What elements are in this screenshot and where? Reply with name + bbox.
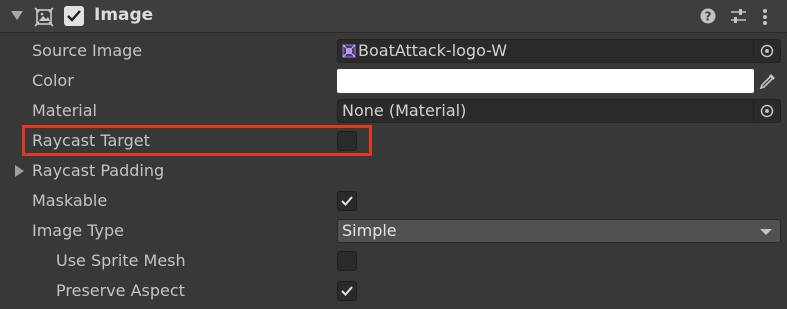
color-label: Color: [32, 71, 74, 90]
image-type-value: Simple: [342, 221, 397, 240]
image-type-dropdown[interactable]: Simple: [337, 219, 781, 243]
preserve-aspect-checkbox[interactable]: [337, 281, 357, 301]
material-row: Material None (Material): [0, 96, 787, 126]
raycast-target-label: Raycast Target: [32, 131, 150, 150]
component-enabled-checkbox[interactable]: [64, 6, 84, 26]
material-label: Material: [32, 101, 97, 120]
material-value: None (Material): [342, 101, 467, 120]
svg-text:?: ?: [705, 10, 712, 24]
more-options-icon[interactable]: [762, 8, 768, 26]
component-title: Image: [94, 5, 154, 25]
chevron-right-icon[interactable]: [15, 165, 24, 177]
image-type-row: Image Type Simple: [0, 216, 787, 246]
chevron-down-icon[interactable]: [11, 11, 23, 20]
object-picker-button[interactable]: [753, 40, 780, 62]
raycast-padding-row[interactable]: Raycast Padding: [0, 156, 787, 186]
use-sprite-mesh-checkbox[interactable]: [337, 251, 357, 271]
color-row: Color: [0, 66, 787, 96]
raycast-target-checkbox[interactable]: [337, 131, 357, 151]
source-image-row: Source Image BoatAttack-logo-W: [0, 36, 787, 66]
material-field[interactable]: None (Material): [337, 99, 781, 123]
chevron-down-icon: [760, 229, 772, 235]
maskable-checkbox[interactable]: [337, 191, 357, 211]
image-component-icon: [34, 7, 54, 27]
source-image-field[interactable]: BoatAttack-logo-W: [337, 39, 781, 63]
use-sprite-mesh-label: Use Sprite Mesh: [56, 251, 186, 270]
source-image-label: Source Image: [32, 41, 143, 60]
raycast-padding-label: Raycast Padding: [32, 161, 165, 180]
eyedropper-icon[interactable]: [758, 71, 778, 91]
component-header: Image ?: [0, 0, 787, 33]
sprite-icon: [342, 44, 356, 58]
maskable-row: Maskable: [0, 186, 787, 216]
check-icon: [67, 10, 81, 22]
source-image-value: BoatAttack-logo-W: [358, 41, 508, 60]
check-icon: [341, 196, 353, 206]
raycast-target-row: Raycast Target: [0, 126, 787, 156]
object-picker-icon: [760, 44, 774, 58]
maskable-label: Maskable: [32, 191, 108, 210]
help-icon[interactable]: ?: [700, 8, 716, 24]
color-swatch[interactable]: [337, 69, 754, 93]
image-type-label: Image Type: [32, 221, 124, 240]
check-icon: [341, 286, 353, 296]
presets-icon[interactable]: [730, 8, 747, 24]
object-picker-icon: [760, 104, 774, 118]
object-picker-button[interactable]: [753, 100, 780, 122]
use-sprite-mesh-row: Use Sprite Mesh: [0, 246, 787, 276]
preserve-aspect-row: Preserve Aspect: [0, 276, 787, 306]
preserve-aspect-label: Preserve Aspect: [56, 281, 185, 300]
